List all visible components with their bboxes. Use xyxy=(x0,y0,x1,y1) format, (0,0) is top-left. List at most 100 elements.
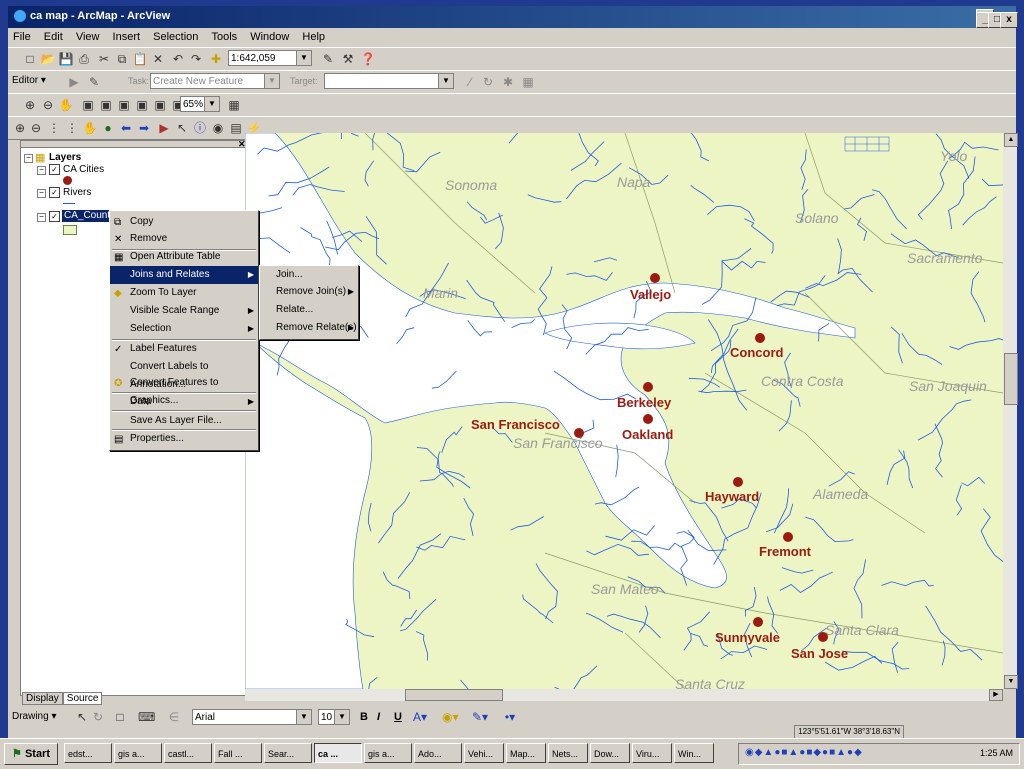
city-point-hayward[interactable] xyxy=(733,477,743,487)
layer-ca-cities[interactable]: CA Cities xyxy=(63,164,104,175)
measure-icon[interactable]: ▤ xyxy=(228,120,244,136)
menu-item-properties[interactable]: ▤ Properties... xyxy=(110,430,258,448)
taskbar-button[interactable]: Viru... xyxy=(632,743,672,763)
menu-item-selection[interactable]: Selection ▶ xyxy=(110,320,258,338)
city-point-san-jose[interactable] xyxy=(818,632,828,642)
city-symbol-icon[interactable] xyxy=(63,176,72,185)
back-extent-icon[interactable]: ▣ xyxy=(152,97,168,113)
add-data-icon[interactable]: ✚ xyxy=(208,51,224,67)
select-features-icon[interactable]: ▶ xyxy=(156,120,172,136)
pan-hand-icon[interactable]: ✋ xyxy=(82,120,98,136)
marker-color-icon[interactable]: •▾ xyxy=(502,709,518,725)
menu-item-save-as-layer-file[interactable]: Save As Layer File... xyxy=(110,412,258,430)
identify-icon[interactable]: ⓘ xyxy=(192,120,208,136)
menu-item-convert-features[interactable]: ✪ Convert Features to Graphics... xyxy=(110,374,258,406)
arctoolbox-icon[interactable]: ⚒ xyxy=(340,51,356,67)
city-point-berkeley[interactable] xyxy=(643,382,653,392)
fixed-zoom-out-arrows-icon[interactable]: ⋮ xyxy=(64,120,80,136)
map-scale-combo[interactable]: 1:642,059 ▼ xyxy=(228,50,312,66)
drawing-menu[interactable]: Drawing ▾ xyxy=(12,711,56,722)
close-button[interactable]: x xyxy=(1000,12,1018,28)
river-symbol-icon[interactable] xyxy=(63,203,75,204)
scroll-thumb[interactable] xyxy=(1004,353,1018,405)
font-color-icon[interactable]: A▾ xyxy=(412,709,428,725)
layers-root-label[interactable]: Layers xyxy=(49,152,81,163)
whats-this-icon[interactable]: ❓ xyxy=(360,51,376,67)
taskbar-button[interactable]: Ado... xyxy=(414,743,462,763)
copy-icon[interactable]: ⧉ xyxy=(114,51,130,67)
taskbar-button[interactable]: gis a... xyxy=(114,743,162,763)
zoom-in-page-icon[interactable]: ⊕ xyxy=(22,97,38,113)
menu-insert[interactable]: Insert xyxy=(108,29,146,45)
taskbar-button[interactable]: edst... xyxy=(64,743,112,763)
pan-page-icon[interactable]: ✋ xyxy=(58,97,74,113)
city-point-san-francisco[interactable] xyxy=(574,428,584,438)
collapse-icon[interactable]: − xyxy=(37,166,46,175)
split-tool-icon[interactable]: ✱ xyxy=(500,74,516,90)
city-point-oakland[interactable] xyxy=(643,414,653,424)
layer-visibility-checkbox[interactable]: ✓ xyxy=(49,211,60,222)
scroll-thumb[interactable] xyxy=(405,689,503,701)
menu-item-label-features[interactable]: ✓ Label Features xyxy=(110,340,258,358)
layer-visibility-checkbox[interactable]: ✓ xyxy=(49,187,60,198)
start-button[interactable]: ⚑ Start xyxy=(4,743,58,765)
paste-icon[interactable]: 📋 xyxy=(132,51,148,67)
menu-file[interactable]: File xyxy=(8,29,36,45)
tab-source[interactable]: Source xyxy=(62,692,103,705)
sketch-tool-icon[interactable]: ✎ xyxy=(86,74,102,90)
collapse-icon[interactable]: − xyxy=(37,213,46,222)
taskbar-button[interactable]: castl... xyxy=(164,743,212,763)
layer-rivers[interactable]: Rivers xyxy=(63,187,91,198)
menu-item-relate[interactable]: Relate... xyxy=(260,301,358,319)
rectangle-tool-icon[interactable]: □ xyxy=(112,709,128,725)
cut-icon[interactable]: ✂ xyxy=(96,51,112,67)
collapse-icon[interactable]: − xyxy=(37,189,46,198)
city-point-sunnyvale[interactable] xyxy=(753,617,763,627)
edit-tool-icon[interactable]: ▶ xyxy=(66,74,82,90)
taskbar-button[interactable]: Vehi... xyxy=(464,743,504,763)
fixed-zoom-in-arrows-icon[interactable]: ⋮ xyxy=(46,120,62,136)
menu-item-remove[interactable]: ✕ Remove xyxy=(110,230,258,248)
delete-icon[interactable]: ✕ xyxy=(150,51,166,67)
taskbar-button[interactable]: Map... xyxy=(506,743,546,763)
fixed-zoom-out-icon[interactable]: ▣ xyxy=(134,97,150,113)
taskbar-button[interactable]: ca ... xyxy=(314,743,362,763)
rotate-tool-icon[interactable]: ↻ xyxy=(480,74,496,90)
toggle-draft-mode-icon[interactable]: ▦ xyxy=(226,97,242,113)
new-text-icon[interactable]: ⌨ xyxy=(138,709,155,725)
undo-icon[interactable]: ↶ xyxy=(170,51,186,67)
menu-item-data[interactable]: Data ▶ xyxy=(110,393,258,411)
scroll-right-icon[interactable]: ▶ xyxy=(989,689,1003,701)
taskbar-button[interactable]: Dow... xyxy=(590,743,630,763)
taskbar-button[interactable]: gis a... xyxy=(364,743,412,763)
zoom-100-icon[interactable]: ▣ xyxy=(98,97,114,113)
tab-display[interactable]: Display xyxy=(22,692,63,705)
map-vertical-scrollbar[interactable]: ▲ ▼ xyxy=(1003,133,1018,689)
menu-item-remove-joins[interactable]: Remove Join(s) ▶ xyxy=(260,283,358,301)
county-symbol-icon[interactable] xyxy=(63,225,77,235)
task-combo[interactable]: Create New Feature ▼ xyxy=(150,73,280,89)
menu-window[interactable]: Window xyxy=(245,29,294,45)
chevron-down-icon[interactable]: ▼ xyxy=(296,51,311,65)
font-combo[interactable]: Arial ▼ xyxy=(192,709,312,725)
select-elements-icon[interactable]: ↖ xyxy=(74,709,90,725)
underline-button[interactable]: U xyxy=(394,711,402,723)
map-display[interactable]: Yolo Sonoma Napa Solano Sacramento Marin… xyxy=(245,133,1003,689)
taskbar-button[interactable]: Sear... xyxy=(264,743,312,763)
taskbar-button[interactable]: Nets... xyxy=(548,743,588,763)
italic-button[interactable]: I xyxy=(377,711,380,723)
editor-toolbar-icon[interactable]: ✎ xyxy=(320,51,336,67)
select-elements-icon[interactable]: ↖ xyxy=(174,120,190,136)
clock[interactable]: 1:25 AM xyxy=(980,748,1013,758)
chevron-down-icon[interactable]: ▼ xyxy=(264,74,279,88)
chevron-down-icon[interactable]: ▼ xyxy=(438,74,453,88)
zoom-out-page-icon[interactable]: ⊖ xyxy=(40,97,56,113)
chevron-down-icon[interactable]: ▼ xyxy=(296,710,311,724)
font-size-combo[interactable]: 10 ▼ xyxy=(318,709,350,725)
bold-button[interactable]: B xyxy=(360,711,368,723)
map-horizontal-scrollbar[interactable]: ▶ xyxy=(245,689,1003,701)
city-point-vallejo[interactable] xyxy=(650,273,660,283)
taskbar-button[interactable]: Fall ... xyxy=(214,743,262,763)
city-point-fremont[interactable] xyxy=(783,532,793,542)
scroll-down-icon[interactable]: ▼ xyxy=(1004,675,1018,689)
